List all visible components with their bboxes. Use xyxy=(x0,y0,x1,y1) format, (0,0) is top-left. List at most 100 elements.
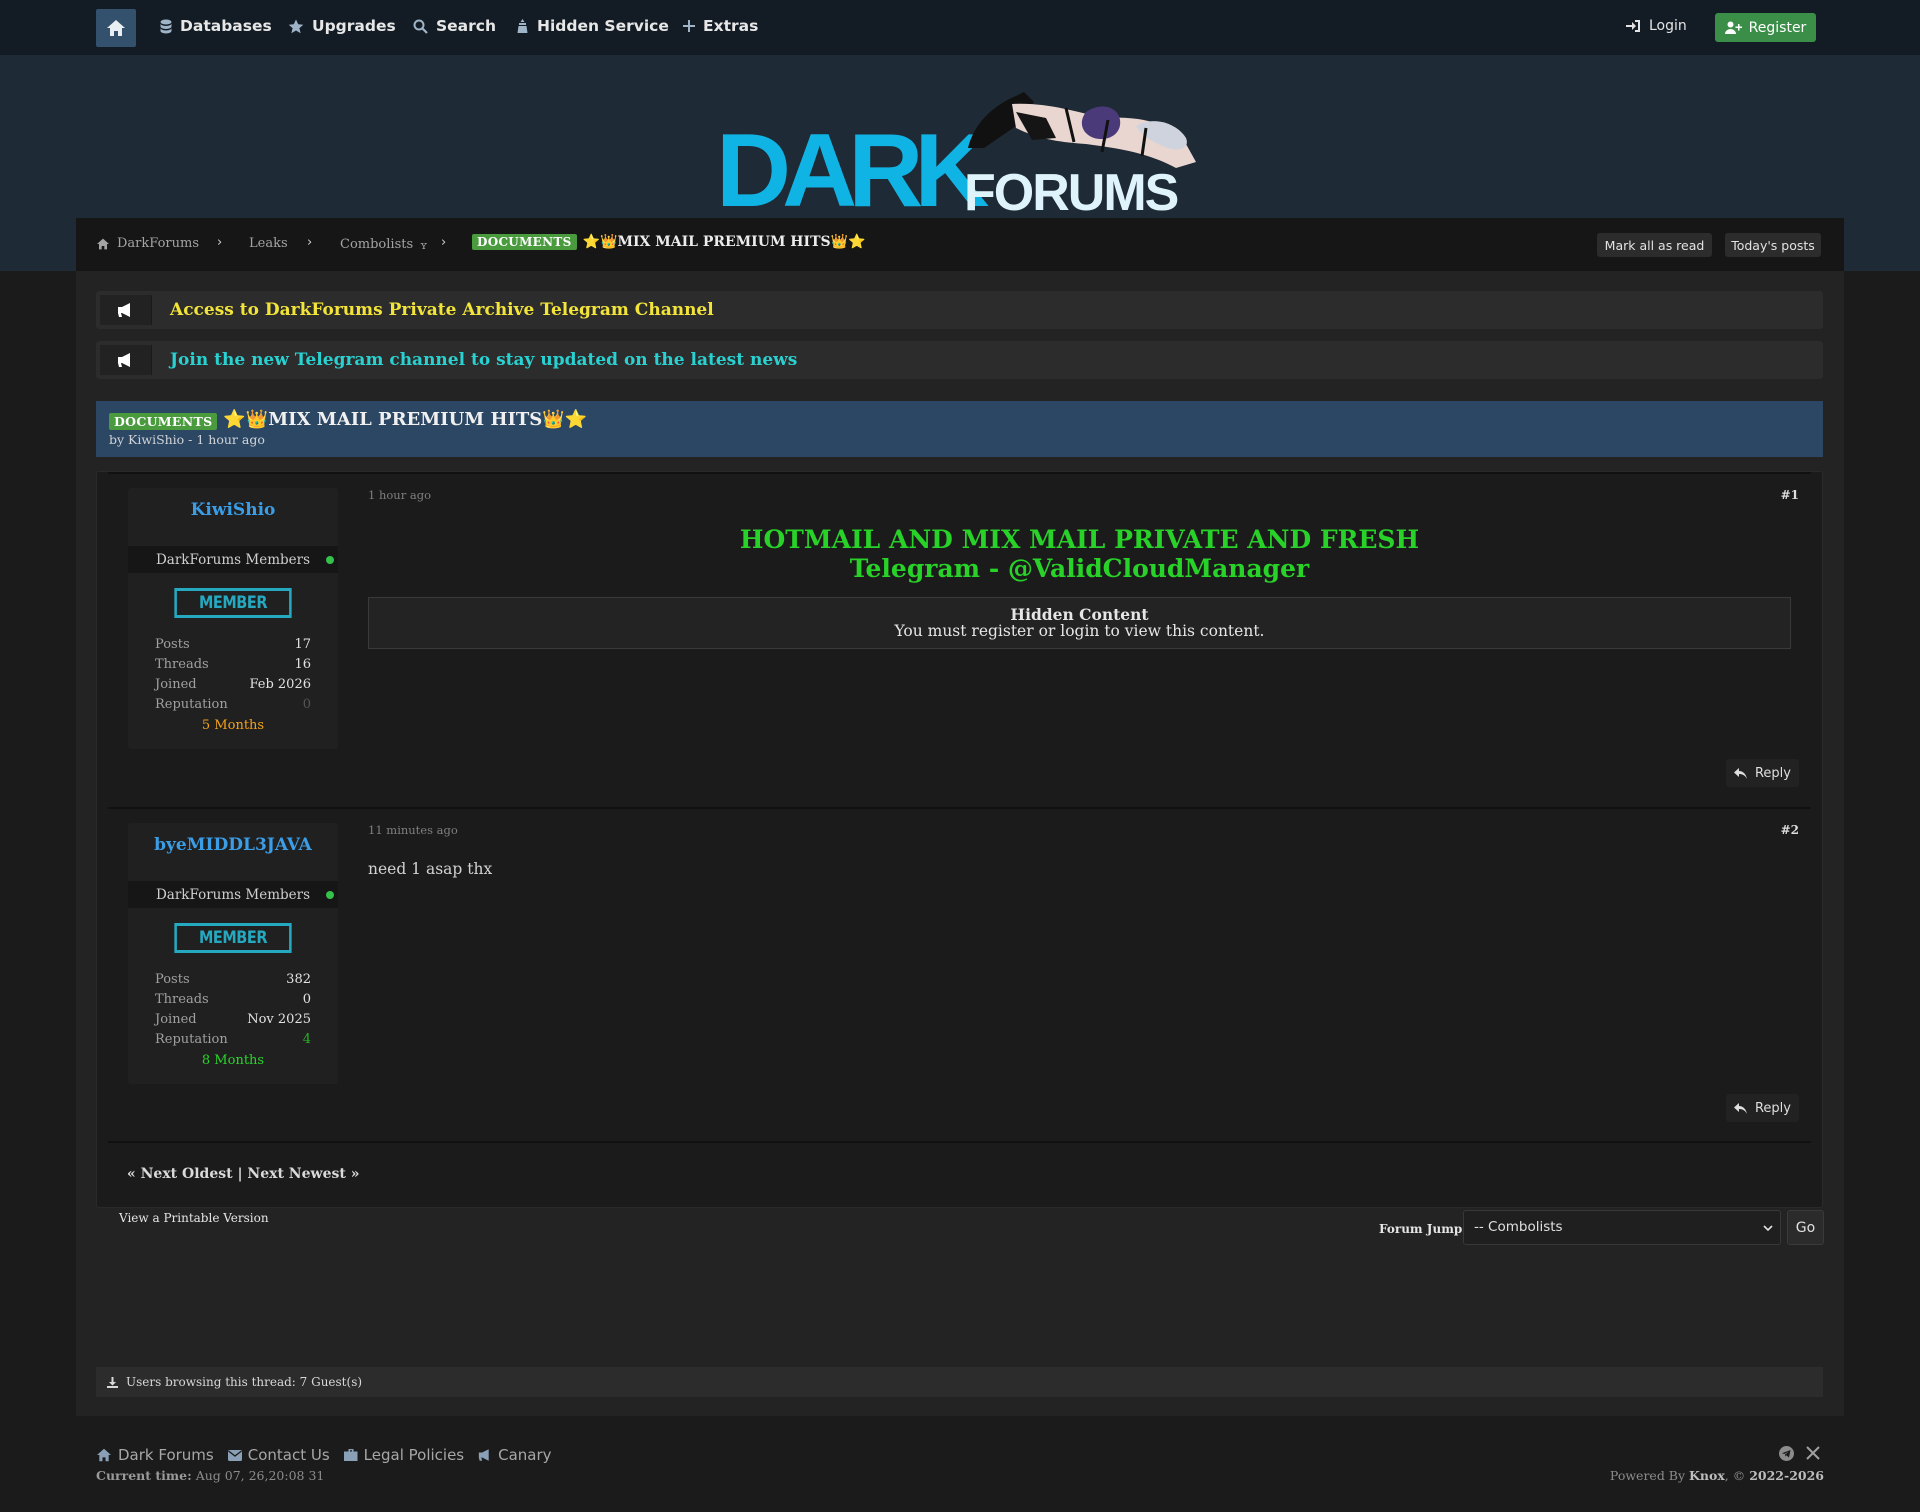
author-group: DarkForums Members xyxy=(128,546,338,573)
hidden-content-text: You must register or login to view this … xyxy=(894,622,1265,640)
post-body: need 1 asap thx xyxy=(368,860,493,878)
documents-badge: DOCUMENTS xyxy=(472,234,577,250)
thread-byline: by KiwiShio - 1 hour ago xyxy=(109,432,265,447)
nav-hidden-service[interactable]: Hidden Service xyxy=(516,17,669,35)
stat-value: 382 xyxy=(286,972,311,987)
breadcrumb-thread-title: ⭐👑MIX MAIL PREMIUM HITS👑⭐ xyxy=(582,234,866,250)
announcement-text[interactable]: Join the new Telegram channel to stay up… xyxy=(170,350,797,370)
chevron-right-icon: › xyxy=(307,235,313,250)
stat-label: Threads xyxy=(155,992,209,1007)
nav-extras[interactable]: Extras xyxy=(683,17,758,35)
forum-jump-select[interactable]: -- Combolists xyxy=(1463,1210,1781,1245)
forum-jump-go-button[interactable]: Go xyxy=(1787,1210,1824,1245)
star-icon xyxy=(288,19,304,33)
posts-container: KiwiShio DarkForums Members MEMBER Posts… xyxy=(96,471,1823,1208)
thread-title: DOCUMENTS ⭐👑MIX MAIL PREMIUM HITS👑⭐ xyxy=(109,409,587,430)
stat-row: Joined Nov 2025 xyxy=(155,1012,311,1032)
post-number[interactable]: #1 xyxy=(1781,488,1799,502)
footer-link-legal-policies[interactable]: Legal Policies xyxy=(343,1446,465,1464)
home-button[interactable] xyxy=(96,9,136,47)
login-link[interactable]: Login xyxy=(1626,18,1687,34)
documents-badge: DOCUMENTS xyxy=(109,412,218,430)
logo-forums-text: FORUMS xyxy=(964,164,1178,212)
breadcrumb-combolists[interactable]: Combolists ʏ xyxy=(340,236,427,253)
stat-row: Reputation 0 xyxy=(155,697,311,717)
logo-dark-text: DARK xyxy=(716,113,989,212)
printable-version-link[interactable]: View a Printable Version xyxy=(119,1211,269,1225)
footer-link-label: Legal Policies xyxy=(363,1446,465,1464)
bullhorn-icon xyxy=(100,295,152,325)
nav-search-label: Search xyxy=(436,17,497,35)
author-stats: Posts 17 Threads 16 Joined Feb 2026 Reputat… xyxy=(128,618,338,717)
reply-button[interactable]: Reply xyxy=(1726,1094,1799,1122)
stat-row: Threads 16 xyxy=(155,657,311,677)
breadcrumb: DarkForums › Leaks › Combolists ʏ › DOCU… xyxy=(76,218,1844,271)
register-button[interactable]: Register xyxy=(1715,13,1816,42)
search-icon xyxy=(413,19,428,34)
member-tenure: 8 Months xyxy=(201,1053,265,1068)
main-container: DarkForums › Leaks › Combolists ʏ › DOCU… xyxy=(76,218,1844,1416)
home-icon xyxy=(107,20,125,36)
stat-row: Posts 382 xyxy=(155,972,311,992)
nav-databases[interactable]: Databases xyxy=(160,17,272,35)
member-tenure: 5 Months xyxy=(201,718,265,733)
divider xyxy=(108,1141,1811,1143)
reply-label: Reply xyxy=(1754,1100,1791,1116)
announcement-text[interactable]: Access to DarkForums Private Archive Tel… xyxy=(170,300,714,320)
author-group-label: DarkForums Members xyxy=(155,886,311,903)
breadcrumb-darkforums-label: DarkForums xyxy=(117,236,199,251)
breadcrumb-leaks-label: Leaks xyxy=(249,236,288,251)
stat-label: Joined xyxy=(155,1012,197,1027)
footer-link-canary[interactable]: Canary xyxy=(478,1446,552,1464)
online-status-dot xyxy=(326,556,334,564)
stat-value: 17 xyxy=(294,637,311,652)
nav-search[interactable]: Search xyxy=(413,17,496,35)
powered-by-name[interactable]: Knox xyxy=(1689,1468,1725,1483)
footer-link-contact-us[interactable]: Contact Us xyxy=(227,1446,330,1464)
announcement-telegram-news[interactable]: Join the new Telegram channel to stay up… xyxy=(96,341,1823,379)
thread-pager[interactable]: « Next Oldest | Next Newest » xyxy=(127,1166,359,1182)
footer-link-dark-forums[interactable]: Dark Forums xyxy=(96,1446,214,1464)
stat-row: Reputation 4 xyxy=(155,1032,311,1052)
users-browsing-bar: Users browsing this thread: 7 Guest(s) xyxy=(96,1367,1823,1397)
author-username[interactable]: KiwiShio xyxy=(128,488,338,546)
users-browsing-text: Users browsing this thread: 7 Guest(s) xyxy=(126,1375,363,1389)
logo-character-illustration xyxy=(968,92,1196,168)
nav-hidden-service-label: Hidden Service xyxy=(537,17,669,35)
post-1: KiwiShio DarkForums Members MEMBER Posts… xyxy=(108,472,1811,807)
bullhorn-icon xyxy=(100,345,152,375)
breadcrumb-darkforums[interactable]: DarkForums xyxy=(96,236,199,251)
mark-all-read-button[interactable]: Mark all as read xyxy=(1597,233,1712,257)
x-twitter-icon[interactable] xyxy=(1806,1446,1820,1460)
stat-label: Reputation xyxy=(155,1032,228,1047)
stat-label: Threads xyxy=(155,657,209,672)
todays-posts-button[interactable]: Today's posts xyxy=(1725,233,1821,257)
stat-value: 4 xyxy=(302,1032,311,1047)
telegram-icon[interactable] xyxy=(1779,1446,1794,1461)
sign-in-icon xyxy=(1626,20,1640,32)
post-number[interactable]: #2 xyxy=(1781,823,1799,837)
author-group-label: DarkForums Members xyxy=(155,551,311,568)
darkforums-logo[interactable]: DARK FORUMS xyxy=(716,82,1206,212)
footer-link-label: Dark Forums xyxy=(118,1446,214,1464)
plus-icon xyxy=(683,20,695,32)
post-author-panel: byeMIDDL3JAVA DarkForums Members MEMBER … xyxy=(128,823,338,1084)
reply-label: Reply xyxy=(1754,765,1791,781)
breadcrumb-dropdown-caret[interactable]: ʏ xyxy=(420,239,427,252)
copyright-symbol: , © xyxy=(1724,1468,1746,1483)
current-time-value: Aug 07, 26,20:08 31 xyxy=(195,1468,325,1483)
author-username[interactable]: byeMIDDL3JAVA xyxy=(128,823,338,881)
reply-button[interactable]: Reply xyxy=(1726,759,1799,787)
breadcrumb-leaks[interactable]: Leaks xyxy=(249,236,288,251)
announcement-telegram-archive[interactable]: Access to DarkForums Private Archive Tel… xyxy=(96,291,1823,329)
post-date: 11 minutes ago xyxy=(368,823,458,837)
envelope-icon xyxy=(227,1449,242,1461)
nav-upgrades[interactable]: Upgrades xyxy=(288,17,396,35)
powered-by-prefix: Powered By xyxy=(1609,1468,1686,1483)
stat-label: Posts xyxy=(155,637,190,652)
stat-value: 16 xyxy=(294,657,311,672)
stat-row: Threads 0 xyxy=(155,992,311,1012)
home-icon xyxy=(97,1448,111,1462)
footer-social-icons xyxy=(1779,1446,1820,1461)
stat-value: 0 xyxy=(302,697,311,712)
